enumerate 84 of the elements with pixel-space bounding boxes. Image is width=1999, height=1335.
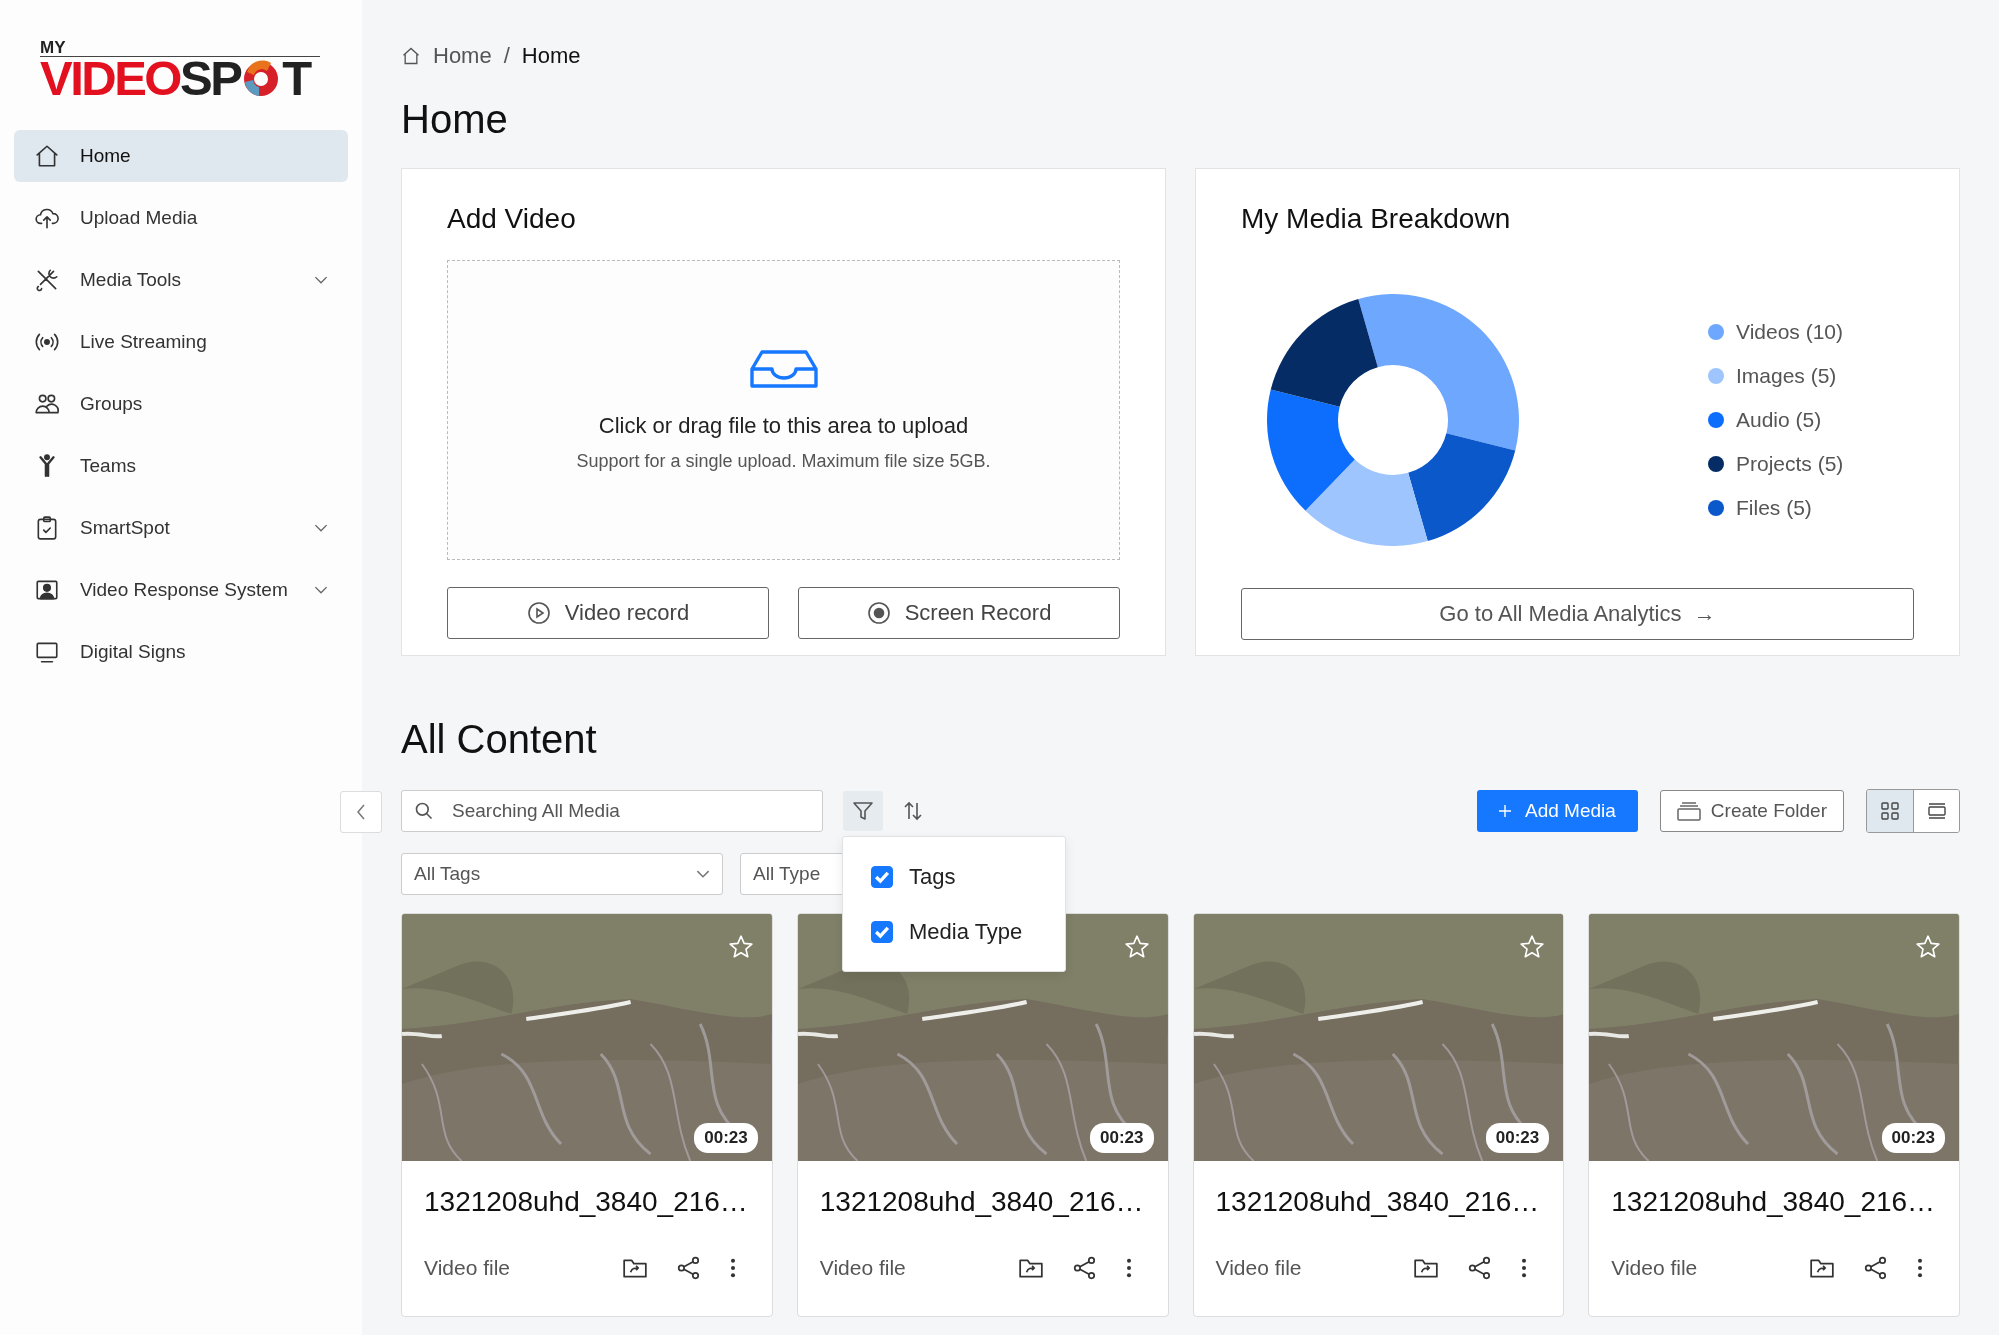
checkbox[interactable] <box>871 920 893 943</box>
star-icon[interactable] <box>1915 934 1941 960</box>
sidebar-item[interactable]: Video Response System <box>14 564 348 616</box>
folder-icon <box>1676 799 1701 823</box>
share-icon[interactable] <box>675 1255 702 1281</box>
star-icon[interactable] <box>1123 934 1150 960</box>
home-icon <box>401 46 421 66</box>
share-icon[interactable] <box>1071 1255 1098 1281</box>
upload-dropzone[interactable]: Click or drag file to this area to upload Support for a single upload. Maximum file size 5GB. <box>447 260 1120 560</box>
screen-record-button[interactable]: Screen Record <box>798 587 1120 639</box>
logo-text: MY <box>40 40 320 57</box>
star-icon[interactable] <box>727 934 754 960</box>
create-folder-button[interactable]: Create Folder <box>1659 790 1844 832</box>
chevron-left-icon <box>356 804 366 820</box>
legend-label: Projects (5) <box>1736 452 1844 476</box>
legend-dot <box>1708 324 1724 340</box>
media-type: Video file <box>819 1256 907 1280</box>
checkbox[interactable] <box>871 865 893 888</box>
share-icon[interactable] <box>1863 1255 1889 1281</box>
media-type: Video file <box>1611 1256 1699 1280</box>
page-title: Home <box>401 96 509 142</box>
sidebar-item[interactable]: Groups <box>14 378 348 430</box>
add-media-button[interactable]: Add Media <box>1477 790 1638 832</box>
tools-icon <box>34 267 60 293</box>
duration-badge: 00:23 <box>1485 1123 1550 1153</box>
breadcrumb-link[interactable]: Home <box>433 43 492 69</box>
logo-wordmark: VIDEOSP <box>40 55 241 101</box>
record-icon <box>866 601 891 625</box>
video-record-button[interactable]: Video record <box>447 587 769 639</box>
breadcrumb-separator: / <box>503 43 510 69</box>
media-card[interactable]: 00:23 1321208uhd_3840_216… Video file <box>1192 913 1565 1317</box>
list-view-button[interactable] <box>1913 790 1959 832</box>
card-title: My Media Breakdown <box>1241 202 1512 236</box>
play-icon <box>526 601 551 625</box>
list-icon <box>1926 801 1947 821</box>
legend-dot <box>1708 500 1724 516</box>
media-title: 1321208uhd_3840_216… <box>1215 1185 1541 1219</box>
media-title: 1321208uhd_3840_216… <box>1611 1185 1937 1219</box>
sidebar-item[interactable]: Home <box>14 130 348 182</box>
sidebar-item[interactable]: Upload Media <box>14 192 348 244</box>
filter-icon <box>851 799 875 823</box>
dropzone-title: Click or drag file to this area to upload <box>598 412 969 439</box>
duration-badge: 00:23 <box>1090 1123 1154 1153</box>
home-icon <box>34 143 60 169</box>
duration-badge: 00:23 <box>1881 1123 1945 1153</box>
analytics-button[interactable]: Go to All Media Analytics → <box>1241 588 1914 640</box>
media-type: Video file <box>424 1256 511 1280</box>
more-icon[interactable] <box>729 1257 736 1279</box>
sidebar-item[interactable]: Live Streaming <box>14 316 348 368</box>
filter-button[interactable] <box>843 791 883 831</box>
logo-letter: T <box>282 55 310 101</box>
more-icon[interactable] <box>1917 1257 1923 1279</box>
legend-dot <box>1708 368 1724 384</box>
filter-select[interactable]: All Tags <box>401 853 723 895</box>
sidebar-item[interactable]: SmartSpot <box>14 502 348 554</box>
section-title: All Content <box>401 716 598 762</box>
media-type: Video file <box>1215 1256 1303 1280</box>
sidebar-item[interactable]: Digital Signs <box>14 626 348 678</box>
search-field[interactable]: Searching All Media <box>401 790 823 832</box>
star-icon[interactable] <box>1519 934 1546 960</box>
legend-label: Audio (5) <box>1736 408 1822 432</box>
sidebar-item[interactable]: Media Tools <box>14 254 348 306</box>
media-title: 1321208uhd_3840_216… <box>819 1185 1145 1219</box>
more-icon[interactable] <box>1521 1257 1528 1279</box>
chevron-icon <box>696 869 710 879</box>
plus-icon <box>1499 805 1511 817</box>
legend-label: Files (5) <box>1736 496 1812 520</box>
legend-dot <box>1708 456 1724 472</box>
inbox-icon <box>749 348 818 389</box>
media-card[interactable]: 00:23 1321208uhd_3840_216… Video file <box>1588 913 1960 1317</box>
duration-badge: 00:23 <box>694 1123 758 1153</box>
grid-view-button[interactable] <box>1867 790 1913 832</box>
more-icon[interactable] <box>1125 1257 1132 1279</box>
sidebar-item[interactable]: Teams <box>14 440 348 492</box>
media-title: 1321208uhd_3840_216… <box>424 1185 749 1219</box>
grid-icon <box>1880 801 1900 821</box>
card-title: Add Video <box>447 202 577 236</box>
search-icon <box>414 801 434 821</box>
legend-label: Images (5) <box>1736 364 1837 388</box>
menu-label: Media Type <box>909 918 1023 945</box>
legend-label: Videos (10) <box>1736 320 1843 344</box>
legend-dot <box>1708 412 1724 428</box>
media-card[interactable]: 00:23 1321208uhd_3840_216… Video file <box>401 913 773 1317</box>
dropzone-hint: Support for a single upload. Maximum file size 5GB. <box>576 450 991 472</box>
